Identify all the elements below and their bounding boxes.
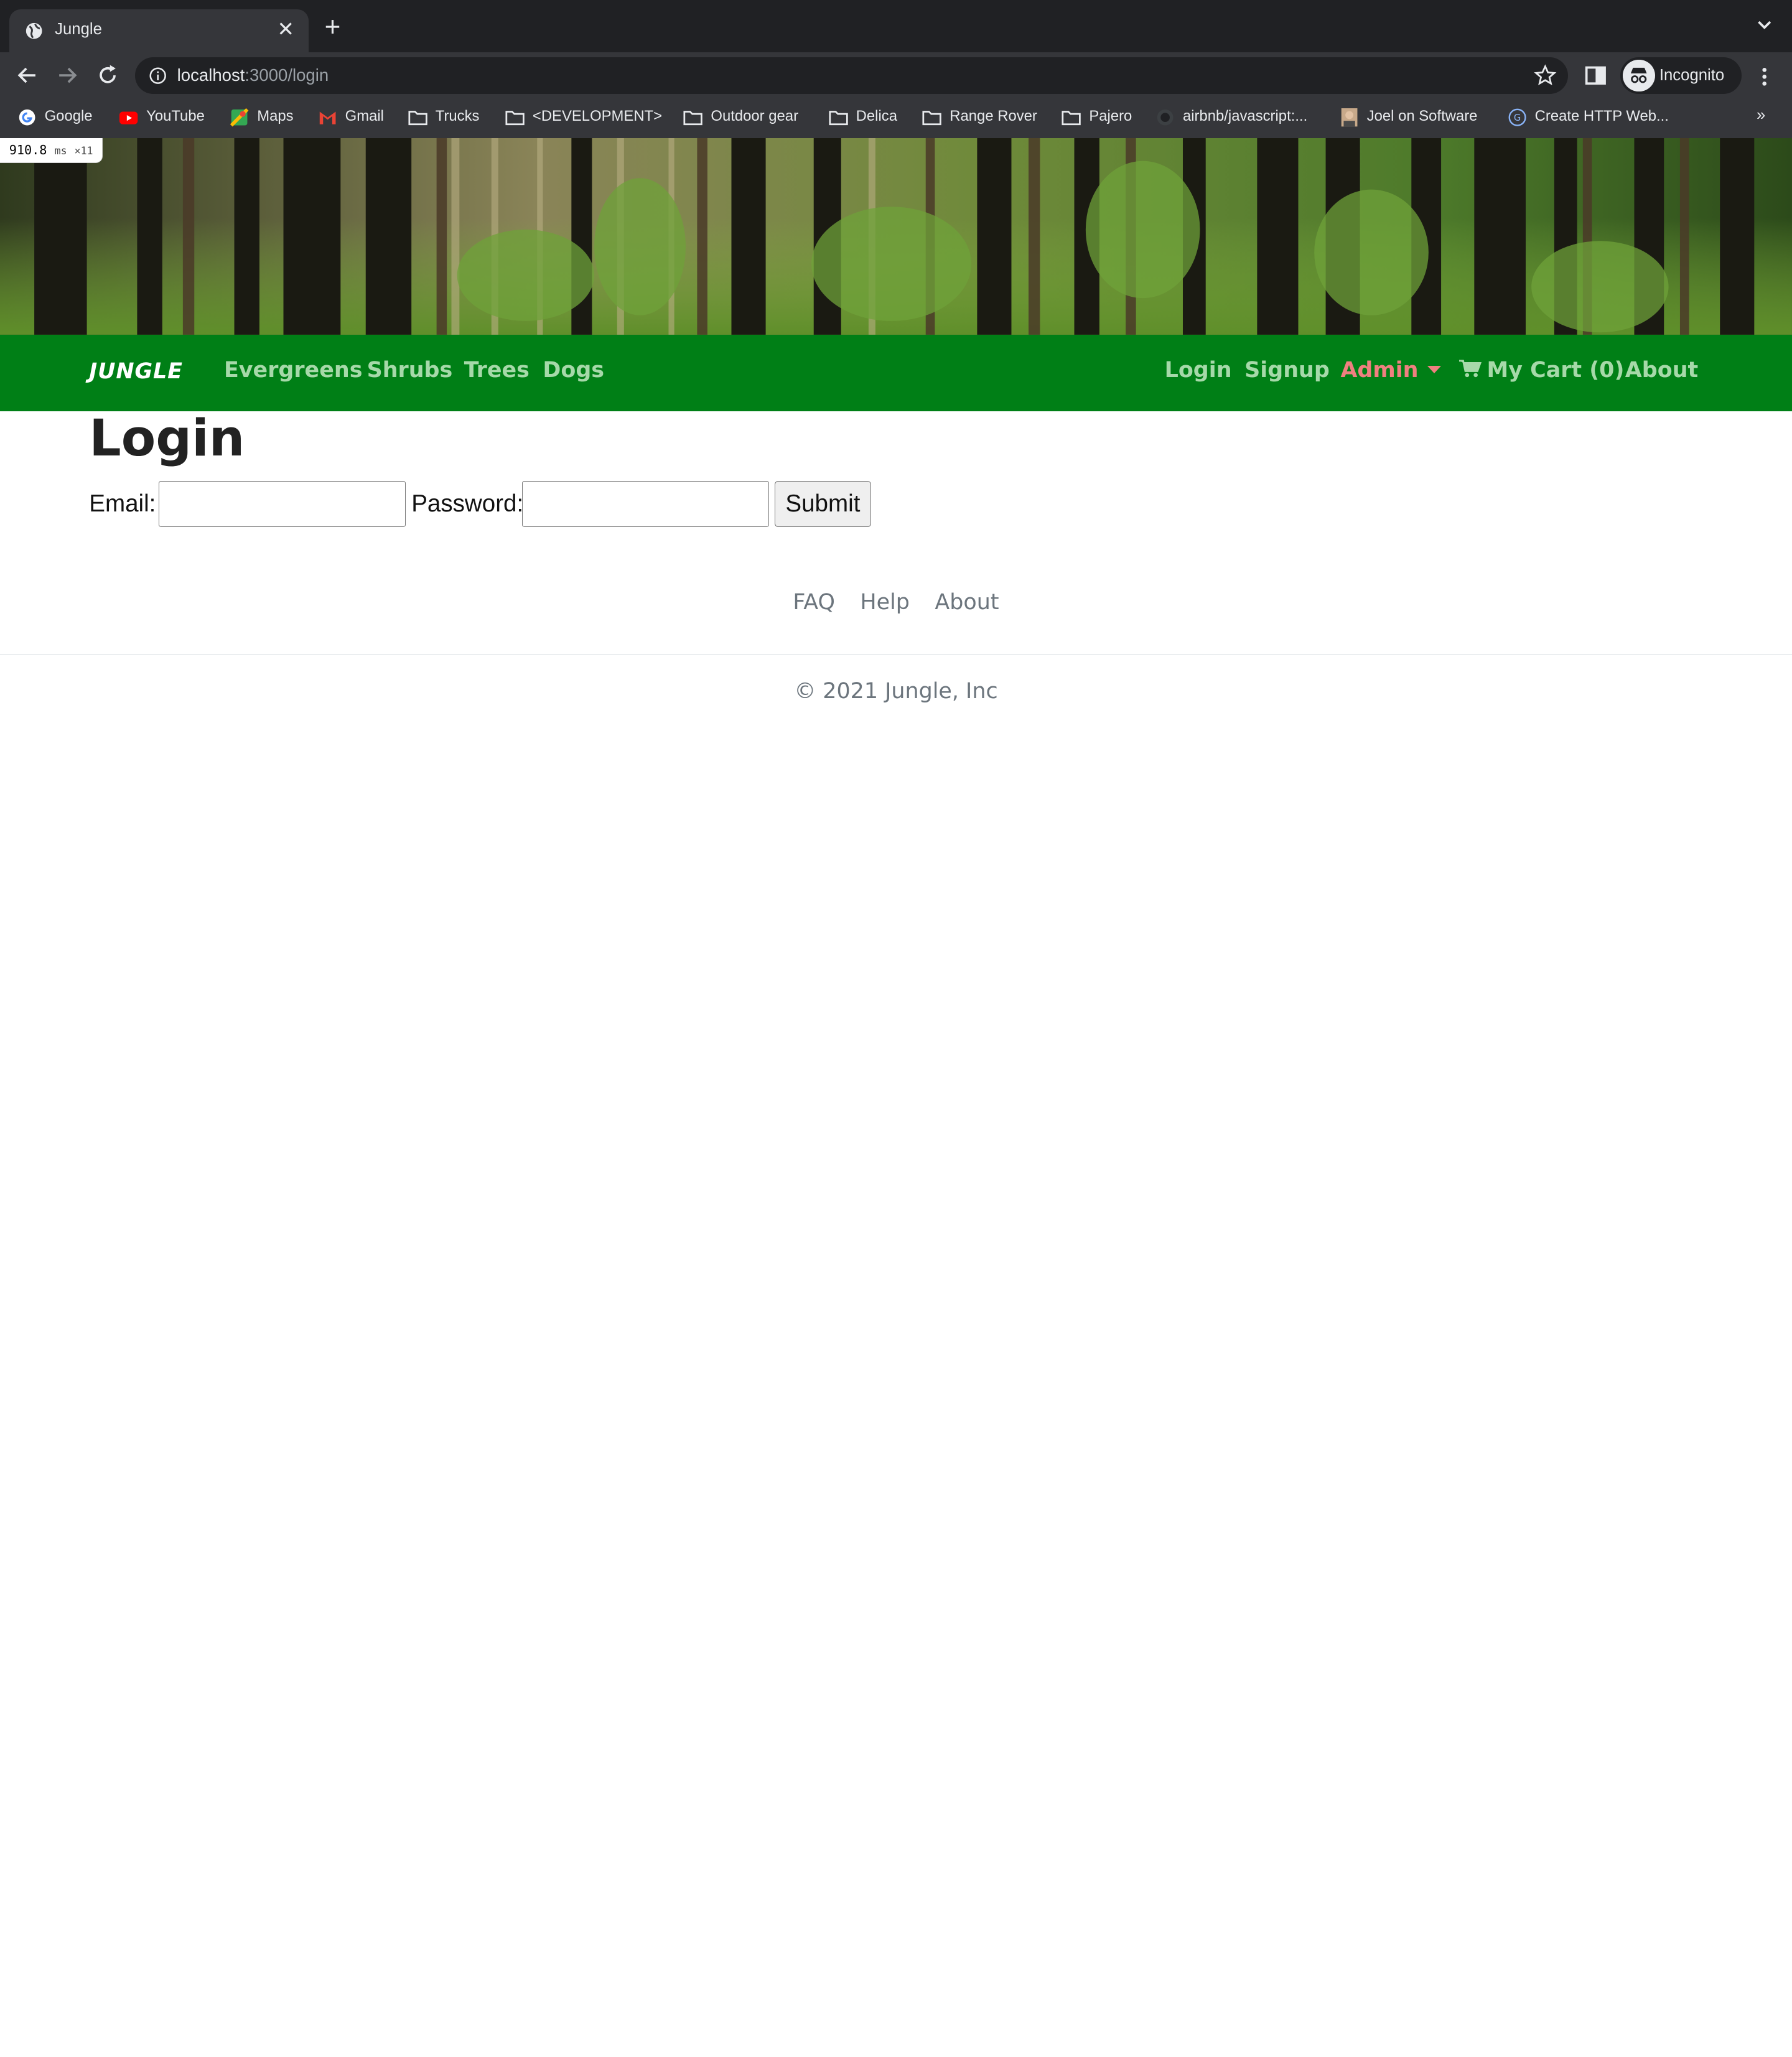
- bookmarks-overflow-button[interactable]: »: [1757, 106, 1765, 124]
- maps-icon: [230, 108, 249, 127]
- cart-icon: [1459, 360, 1482, 378]
- bookmarks-bar: Google YouTube Maps Gmail Trucks <DEVELO…: [0, 98, 1792, 139]
- site-navbar: JUNGLE Evergreens Shrubs Trees Dogs Logi…: [0, 335, 1792, 412]
- globe-icon: [26, 22, 42, 39]
- folder-icon: [505, 111, 525, 126]
- bookmark-label: Trucks: [435, 107, 480, 124]
- close-tab-icon[interactable]: ✕: [274, 17, 297, 42]
- nav-link-dogs[interactable]: Dogs: [543, 358, 604, 383]
- forest-banner-image: [0, 138, 1792, 335]
- bookmark-label: Create HTTP Web...: [1534, 107, 1669, 124]
- toolbar: localhost:3000/login Incognito: [0, 52, 1792, 98]
- chevron-down-icon[interactable]: [1755, 16, 1773, 34]
- folder-icon: [922, 111, 941, 126]
- admin-label: Admin: [1340, 357, 1419, 383]
- google-icon: [19, 110, 35, 126]
- page-title: Login: [89, 409, 245, 468]
- copyright-text: © 2021 Jungle, Inc: [794, 678, 998, 704]
- tab-title: Jungle: [55, 21, 102, 39]
- email-label: Email:: [89, 490, 156, 517]
- tab-strip: Jungle ✕ +: [0, 0, 1792, 53]
- password-label: Password:: [411, 490, 524, 517]
- url-host: localhost: [177, 65, 245, 85]
- url-text: localhost:3000/login: [177, 65, 329, 85]
- nav-link-shrubs[interactable]: Shrubs: [367, 358, 453, 383]
- nav-link-cart[interactable]: My Cart (0): [1459, 358, 1624, 383]
- nav-link-evergreens[interactable]: Evergreens: [224, 358, 362, 383]
- bookmark-label: YouTube: [146, 107, 205, 124]
- forest-illustration: [0, 138, 1792, 335]
- footer-link-help[interactable]: Help: [860, 590, 910, 615]
- render-time-value: 910.8: [9, 142, 47, 158]
- email-field[interactable]: [159, 481, 406, 527]
- bookmark-label: Google: [44, 107, 93, 124]
- tab-jungle[interactable]: Jungle ✕: [9, 9, 309, 53]
- bookmark-label: Pajero: [1089, 107, 1132, 124]
- bookmark-label: Gmail: [345, 107, 384, 124]
- nav-link-about[interactable]: About: [1625, 358, 1698, 383]
- side-panel-icon[interactable]: [1584, 64, 1607, 87]
- incognito-label: Incognito: [1659, 66, 1725, 84]
- svg-text:G: G: [1514, 113, 1521, 124]
- address-bar[interactable]: localhost:3000/login: [134, 57, 1568, 94]
- brand-logo-link[interactable]: JUNGLE: [89, 359, 183, 384]
- render-time-unit: ms: [54, 145, 67, 157]
- forward-icon[interactable]: [54, 62, 81, 89]
- bookmark-label: airbnb/javascript:...: [1182, 107, 1308, 124]
- bookmark-star-icon[interactable]: [1534, 64, 1557, 87]
- nav-link-login[interactable]: Login: [1165, 358, 1232, 383]
- bookmark-label: Delica: [856, 107, 897, 124]
- github-icon: [1157, 110, 1174, 126]
- password-field[interactable]: [522, 481, 770, 527]
- folder-icon: [1062, 111, 1081, 126]
- footer-divider: [0, 653, 1792, 655]
- submit-button[interactable]: Submit: [775, 481, 871, 527]
- footer-links: FAQ Help About: [0, 590, 1792, 615]
- info-icon[interactable]: [149, 67, 167, 85]
- cart-label: My Cart (0): [1486, 357, 1625, 383]
- webhook-icon: G: [1508, 109, 1526, 127]
- bookmark-label: Outdoor gear: [711, 107, 799, 124]
- back-icon[interactable]: [14, 62, 41, 89]
- bookmark-label: <DEVELOPMENT>: [532, 107, 663, 124]
- admin-dropdown-toggle[interactable]: Admin: [1340, 357, 1442, 383]
- footer-link-faq[interactable]: FAQ: [793, 590, 835, 615]
- render-count: ×11: [74, 145, 93, 157]
- incognito-icon: [1623, 59, 1655, 91]
- url-path: :3000/login: [245, 65, 329, 85]
- browser-chrome: Jungle ✕ + localhost:3000/login Incognit…: [0, 0, 1792, 139]
- footer-link-about[interactable]: About: [935, 590, 999, 615]
- nav-link-trees[interactable]: Trees: [464, 358, 530, 383]
- render-time-overlay: 910.8 ms ×11: [0, 138, 103, 163]
- youtube-icon: [119, 111, 138, 125]
- folder-icon: [829, 111, 848, 126]
- folder-icon: [683, 111, 703, 126]
- bookmark-label: Range Rover: [950, 107, 1037, 124]
- folder-icon: [408, 111, 427, 126]
- new-tab-icon[interactable]: +: [325, 13, 341, 41]
- avatar-icon: [1341, 108, 1358, 127]
- more-menu-icon[interactable]: [1755, 65, 1773, 88]
- bookmark-label: Maps: [257, 107, 294, 124]
- incognito-badge[interactable]: Incognito: [1620, 57, 1742, 94]
- bookmark-label: Joel on Software: [1366, 107, 1478, 124]
- reload-icon[interactable]: [94, 62, 121, 89]
- gmail-icon: [319, 111, 336, 125]
- nav-link-signup[interactable]: Signup: [1244, 358, 1330, 383]
- caret-down-icon: [1427, 366, 1442, 373]
